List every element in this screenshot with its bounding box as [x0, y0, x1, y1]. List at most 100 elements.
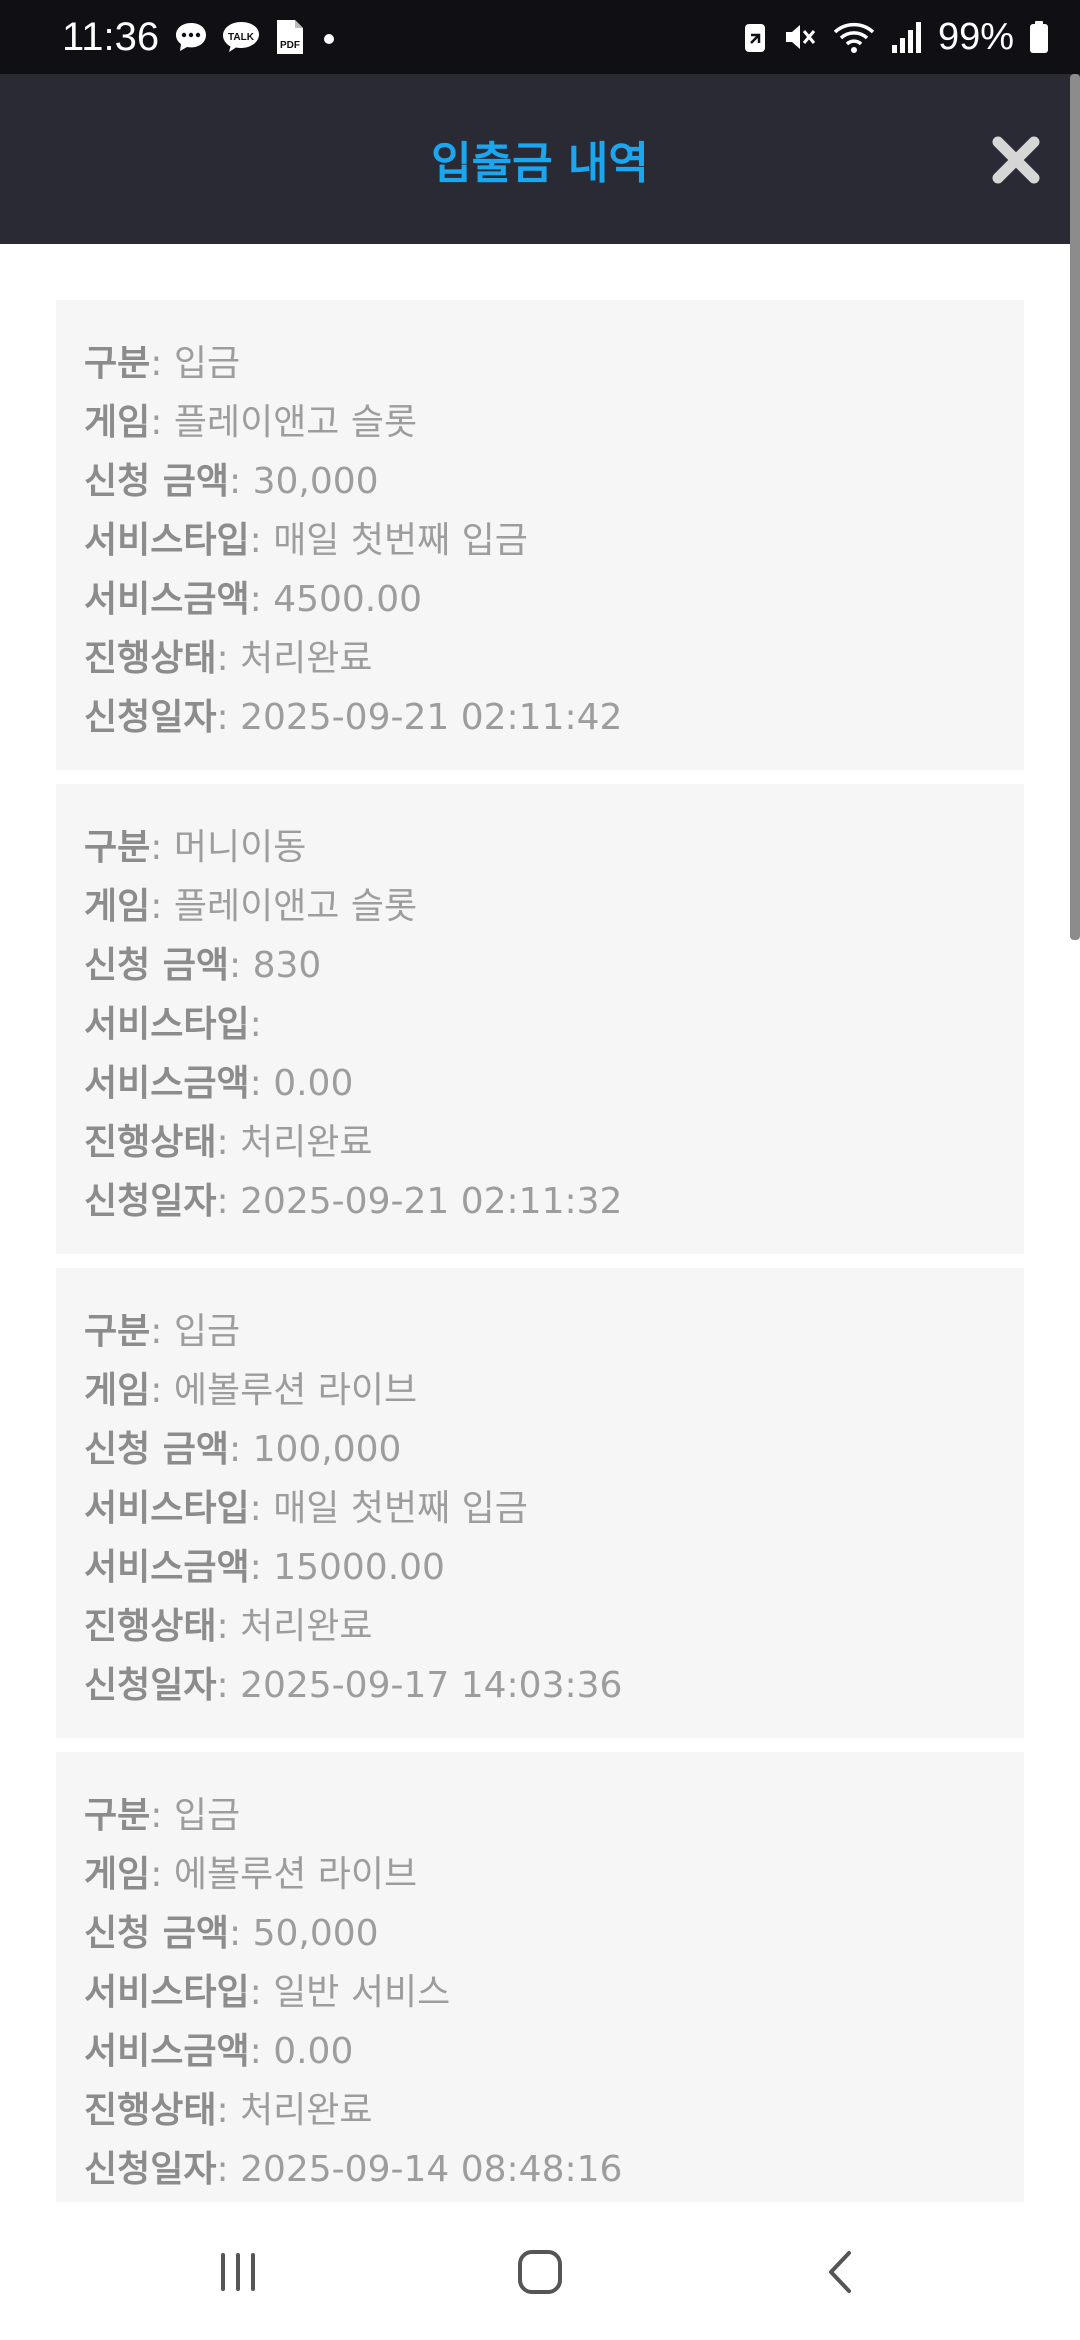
value-game: 에볼루션 라이브 [173, 1854, 418, 1895]
value-amount: 50,000 [252, 1913, 379, 1954]
transaction-card: 구분: 입금 게임: 에볼루션 라이브 신청 금액: 50,000 서비스타입:… [56, 1752, 1024, 2202]
value-service-type: 매일 첫번째 입금 [273, 520, 528, 561]
svg-text:PDF: PDF [280, 40, 300, 51]
row-status: 진행상태: 처리완료 [84, 638, 373, 679]
battery-icon [1030, 21, 1048, 53]
row-date: 신청일자: 2025-09-17 14:03:36 [84, 1665, 623, 1706]
notification-icons: TALK PDF [173, 18, 339, 56]
value-type: 입금 [173, 1311, 241, 1352]
value-status: 처리완료 [240, 1122, 373, 1163]
row-type: 구분: 입금 [84, 1311, 241, 1352]
transaction-card: 구분: 입금 게임: 플레이앤고 슬롯 신청 금액: 30,000 서비스타입:… [56, 300, 1024, 770]
row-service-amount: 서비스금액: 4500.00 [84, 579, 423, 620]
row-status: 진행상태: 처리완료 [84, 2090, 373, 2131]
value-service-type: 일반 서비스 [273, 1972, 451, 2013]
label-status: 진행상태 [84, 2090, 217, 2131]
value-service-type: 매일 첫번째 입금 [273, 1488, 528, 1529]
row-date: 신청일자: 2025-09-14 08:48:16 [84, 2149, 623, 2190]
label-amount: 신청 금액 [84, 945, 230, 986]
row-type: 구분: 머니이동 [84, 827, 307, 868]
value-amount: 830 [252, 945, 322, 986]
row-type: 구분: 입금 [84, 1795, 241, 1836]
value-service-amount: 0.00 [273, 2031, 354, 2072]
recent-apps-button[interactable] [178, 2232, 298, 2312]
label-date: 신청일자 [84, 1181, 217, 1222]
home-icon [518, 2250, 562, 2294]
back-button[interactable] [782, 2232, 902, 2312]
value-status: 처리완료 [240, 2090, 373, 2131]
row-status: 진행상태: 처리완료 [84, 1606, 373, 1647]
label-service-amount: 서비스금액 [84, 2031, 250, 2072]
label-service-amount: 서비스금액 [84, 579, 250, 620]
home-button[interactable] [480, 2232, 600, 2312]
row-amount: 신청 금액: 30,000 [84, 461, 379, 502]
svg-text:TALK: TALK [228, 32, 255, 43]
label-service-amount: 서비스금액 [84, 1063, 250, 1104]
value-date: 2025-09-17 14:03:36 [240, 1665, 623, 1706]
value-type: 입금 [173, 1795, 241, 1836]
talk-icon: TALK [223, 22, 260, 52]
value-amount: 30,000 [252, 461, 379, 502]
row-service-amount: 서비스금액: 0.00 [84, 1063, 354, 1104]
row-date: 신청일자: 2025-09-21 02:11:42 [84, 697, 623, 738]
label-game: 게임 [84, 1854, 151, 1895]
label-status: 진행상태 [84, 1606, 217, 1647]
status-time: 11:36 [62, 14, 160, 59]
label-amount: 신청 금액 [84, 461, 230, 502]
value-game: 플레이앤고 슬롯 [173, 402, 418, 443]
transaction-list[interactable]: 구분: 입금 게임: 플레이앤고 슬롯 신청 금액: 30,000 서비스타입:… [56, 300, 1024, 2202]
value-date: 2025-09-21 02:11:32 [240, 1181, 623, 1222]
row-amount: 신청 금액: 50,000 [84, 1913, 379, 1954]
row-date: 신청일자: 2025-09-21 02:11:32 [84, 1181, 623, 1222]
transaction-card: 구분: 머니이동 게임: 플레이앤고 슬롯 신청 금액: 830 서비스타입: … [56, 784, 1024, 1254]
value-service-amount: 0.00 [273, 1063, 354, 1104]
row-type: 구분: 입금 [84, 343, 241, 384]
label-service-type: 서비스타입 [84, 1004, 250, 1045]
row-game: 게임: 에볼루션 라이브 [84, 1370, 418, 1411]
value-date: 2025-09-14 08:48:16 [240, 2149, 623, 2190]
navigation-bar [0, 2202, 1080, 2340]
label-type: 구분 [84, 1795, 151, 1836]
label-type: 구분 [84, 1311, 151, 1352]
row-status: 진행상태: 처리완료 [84, 1122, 373, 1163]
value-type: 머니이동 [173, 827, 307, 868]
row-service-type: 서비스타입: [84, 1004, 262, 1045]
value-game: 플레이앤고 슬롯 [173, 886, 418, 927]
mute-icon [785, 25, 816, 49]
value-date: 2025-09-21 02:11:42 [240, 697, 623, 738]
close-icon [992, 136, 1040, 184]
recent-apps-icon [221, 2253, 255, 2291]
row-amount: 신청 금액: 100,000 [84, 1429, 402, 1470]
dot-icon [324, 34, 335, 44]
page-title: 입출금 내역 [431, 138, 649, 189]
status-bar: 11:36 TALK PDF 99% [0, 0, 1080, 74]
label-game: 게임 [84, 886, 151, 927]
back-icon [829, 2251, 851, 2293]
value-status: 처리완료 [240, 638, 373, 679]
transaction-card: 구분: 입금 게임: 에볼루션 라이브 신청 금액: 100,000 서비스타입… [56, 1268, 1024, 1738]
label-date: 신청일자 [84, 2149, 217, 2190]
battery-percent: 99% [937, 15, 1014, 58]
row-amount: 신청 금액: 830 [84, 945, 322, 986]
scrollbar[interactable] [1070, 74, 1080, 940]
signal-icon [891, 22, 921, 53]
row-game: 게임: 플레이앤고 슬롯 [84, 886, 418, 927]
value-amount: 100,000 [252, 1429, 402, 1470]
label-type: 구분 [84, 343, 151, 384]
close-button[interactable] [978, 122, 1054, 198]
pdf-icon: PDF [277, 20, 304, 54]
row-service-type: 서비스타입: 일반 서비스 [84, 1972, 451, 2013]
dialog-header: 입출금 내역 [0, 74, 1080, 244]
row-service-type: 서비스타입: 매일 첫번째 입금 [84, 520, 528, 561]
label-type: 구분 [84, 827, 151, 868]
chat-bubble-icon [176, 23, 207, 51]
row-service-amount: 서비스금액: 15000.00 [84, 1547, 445, 1588]
row-service-amount: 서비스금액: 0.00 [84, 2031, 354, 2072]
label-status: 진행상태 [84, 1122, 217, 1163]
system-icons: 99% [742, 16, 1050, 59]
wifi-icon [833, 22, 875, 53]
label-date: 신청일자 [84, 697, 217, 738]
value-service-amount: 4500.00 [273, 579, 423, 620]
row-game: 게임: 에볼루션 라이브 [84, 1854, 418, 1895]
label-game: 게임 [84, 402, 151, 443]
